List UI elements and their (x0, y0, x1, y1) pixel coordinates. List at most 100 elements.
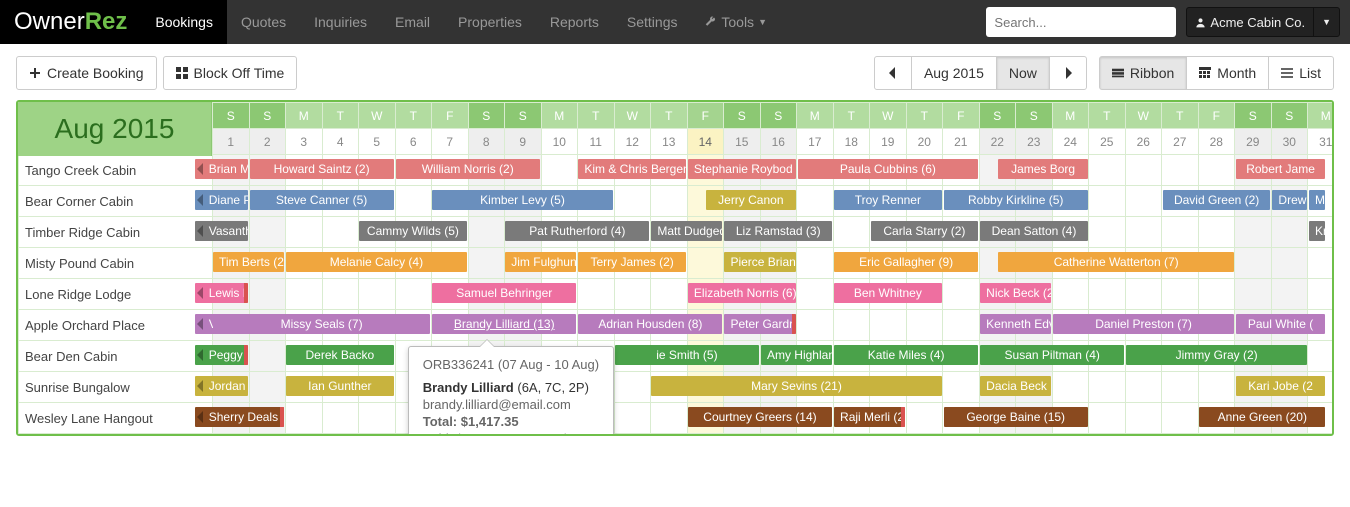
calendar-cell[interactable] (1125, 217, 1162, 248)
calendar-cell[interactable] (249, 279, 286, 310)
calendar-cell[interactable] (1089, 403, 1126, 434)
booking-bar[interactable]: Kristy Mc (1309, 221, 1325, 241)
calendar-cell[interactable] (1308, 248, 1335, 279)
property-name[interactable]: Misty Pound Cabin (19, 248, 213, 279)
booking-bar[interactable]: Vasanth (195, 221, 248, 241)
calendar-cell[interactable] (1125, 403, 1162, 434)
create-booking-button[interactable]: Create Booking (16, 56, 157, 90)
booking-bar[interactable]: Amy Highlan (761, 345, 832, 365)
calendar-cell[interactable] (1089, 217, 1126, 248)
search-box[interactable] (986, 7, 1176, 37)
day-number[interactable]: 18 (833, 129, 870, 155)
booking-bar[interactable]: Howard Saintz (2) (250, 159, 394, 179)
calendar-cell[interactable] (651, 403, 688, 434)
property-name[interactable]: Sunrise Bungalow (19, 372, 213, 403)
nav-properties[interactable]: Properties (444, 0, 536, 44)
booking-bar[interactable]: Katie Miles (4) (834, 345, 978, 365)
booking-bar[interactable]: Stephanie Roybod (688, 159, 796, 179)
calendar-cell[interactable] (651, 279, 688, 310)
nav-bookings[interactable]: Bookings (141, 0, 227, 44)
calendar-cell[interactable] (833, 217, 870, 248)
day-number[interactable]: 10 (541, 129, 578, 155)
calendar-cell[interactable] (1271, 248, 1308, 279)
calendar-cell[interactable] (943, 279, 980, 310)
booking-bar[interactable]: Pierce Brian (724, 252, 795, 272)
day-number[interactable]: 12 (614, 129, 651, 155)
booking-bar[interactable]: Paula Cubbins (6) (798, 159, 979, 179)
calendar-cell[interactable] (322, 217, 359, 248)
day-number[interactable]: 25 (1089, 129, 1126, 155)
calendar-cell[interactable] (797, 310, 834, 341)
calendar-cell[interactable] (1198, 155, 1235, 186)
day-number[interactable]: 26 (1125, 129, 1162, 155)
booking-bar[interactable]: Jerry Canon (706, 190, 795, 210)
day-number[interactable]: 20 (906, 129, 943, 155)
calendar-cell[interactable] (1235, 279, 1272, 310)
day-number[interactable]: 28 (1198, 129, 1235, 155)
calendar-cell[interactable] (249, 341, 286, 372)
day-number[interactable]: 17 (797, 129, 834, 155)
calendar-cell[interactable] (1052, 372, 1089, 403)
booking-bar[interactable]: Peter Gardr (724, 314, 795, 334)
day-number[interactable]: 6 (395, 129, 432, 155)
search-input[interactable] (994, 15, 1170, 30)
day-number[interactable]: 27 (1162, 129, 1199, 155)
calendar-cell[interactable]: Tim Berts (2Melanie Calcy (4)Jim Fulghun… (213, 248, 250, 279)
booking-bar[interactable]: Nick Beck (2) (980, 283, 1051, 303)
day-number[interactable]: 19 (870, 129, 907, 155)
calendar-cell[interactable]: Sherry DealsCourtney Greers (14)Raji Mer… (213, 403, 250, 434)
day-number[interactable]: 4 (322, 129, 359, 155)
block-off-time-button[interactable]: Block Off Time (163, 56, 298, 90)
booking-bar[interactable]: Cammy Wilds (5) (359, 221, 467, 241)
booking-bar[interactable]: Lewis L (195, 283, 248, 303)
booking-bar[interactable]: Brian M (195, 159, 248, 179)
day-number[interactable]: 24 (1052, 129, 1089, 155)
calendar-cell[interactable] (395, 186, 432, 217)
account-menu[interactable]: Acme Cabin Co. ▼ (1186, 7, 1340, 37)
day-number[interactable]: 14 (687, 129, 724, 155)
calendar-cell[interactable] (395, 279, 432, 310)
calendar-cell[interactable]: Lewis LSamuel BehringerElizabeth Norris … (213, 279, 250, 310)
calendar-cell[interactable] (1308, 341, 1335, 372)
booking-bar[interactable]: Diane P (195, 190, 248, 210)
booking-bar[interactable]: Dacia Beck (980, 376, 1051, 396)
calendar-cell[interactable] (468, 217, 505, 248)
booking-bar[interactable]: Jimmy Gray (2) (1126, 345, 1307, 365)
day-number[interactable]: 7 (432, 129, 469, 155)
calendar-cell[interactable] (322, 403, 359, 434)
calendar-cell[interactable] (651, 186, 688, 217)
calendar-cell[interactable] (1198, 372, 1235, 403)
booking-bar[interactable]: Peggy C (195, 345, 248, 365)
booking-bar[interactable]: James Borg (998, 159, 1087, 179)
booking-bar[interactable]: Catherine Watterton (7) (998, 252, 1233, 272)
calendar-cell[interactable] (286, 403, 323, 434)
property-name[interactable]: Wesley Lane Hangout (19, 403, 213, 434)
next-period-button[interactable] (1049, 56, 1087, 90)
booking-bar[interactable]: Brandy Lilliard (13) (432, 314, 576, 334)
calendar-cell[interactable]: Diane PSteve Canner (5)Kimber Levy (5)Je… (213, 186, 250, 217)
calendar-cell[interactable] (578, 279, 615, 310)
booking-bar[interactable]: William Norris (2) (396, 159, 540, 179)
booking-bar[interactable]: Adrian Housden (8) (578, 314, 722, 334)
booking-bar[interactable]: V (195, 314, 215, 334)
calendar-cell[interactable] (1162, 217, 1199, 248)
calendar-cell[interactable] (906, 403, 943, 434)
booking-bar[interactable]: Kim & Chris Bergen (578, 159, 686, 179)
calendar-cell[interactable] (1125, 155, 1162, 186)
brand-logo[interactable]: OwnerRez (0, 0, 141, 44)
calendar-cell[interactable] (1198, 217, 1235, 248)
day-number[interactable]: 22 (979, 129, 1016, 155)
nav-quotes[interactable]: Quotes (227, 0, 300, 44)
calendar-cell[interactable] (1162, 403, 1199, 434)
booking-bar[interactable]: Raji Merli (2 (834, 407, 905, 427)
day-number[interactable]: 31 (1308, 129, 1335, 155)
nav-reports[interactable]: Reports (536, 0, 613, 44)
booking-bar[interactable]: Daniel Preston (7) (1053, 314, 1234, 334)
booking-bar[interactable]: Elizabeth Norris (6) (688, 283, 796, 303)
calendar-cell[interactable] (614, 279, 651, 310)
calendar-cell[interactable]: VMissy Seals (7)Brandy Lilliard (13)Adri… (213, 310, 250, 341)
now-button[interactable]: Now (996, 56, 1050, 90)
booking-bar[interactable]: Tim Berts (2 (213, 252, 284, 272)
calendar-cell[interactable] (286, 279, 323, 310)
calendar-cell[interactable] (359, 403, 396, 434)
